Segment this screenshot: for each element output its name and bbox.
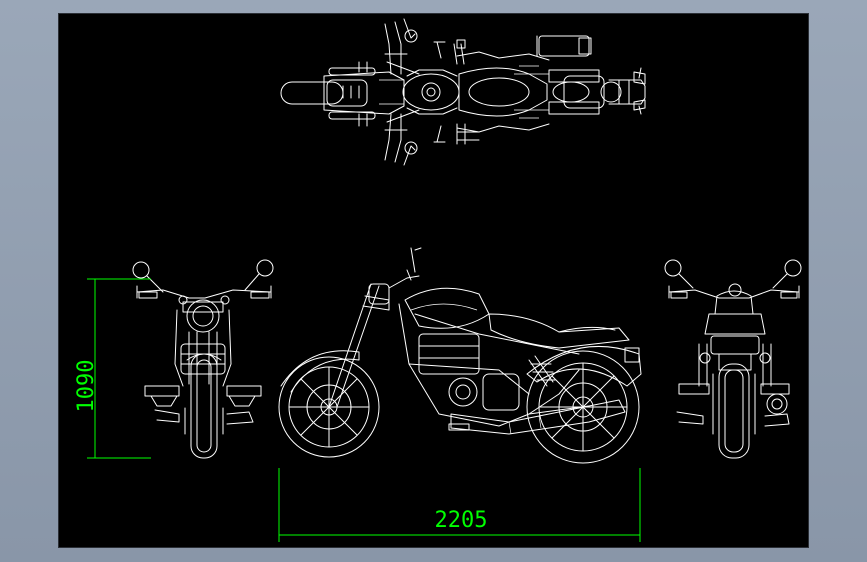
front-view	[132, 259, 274, 459]
height-dimension: 1090	[74, 278, 151, 459]
top-view	[280, 18, 646, 166]
rear-view	[664, 259, 802, 459]
cad-viewport[interactable]: 1090 2205	[58, 13, 809, 548]
side-view	[278, 247, 642, 464]
cad-drawing: 1090 2205	[74, 18, 802, 542]
length-dimension: 2205	[278, 468, 641, 542]
height-dimension-label: 1090	[74, 360, 99, 413]
length-dimension-label: 2205	[435, 508, 488, 533]
